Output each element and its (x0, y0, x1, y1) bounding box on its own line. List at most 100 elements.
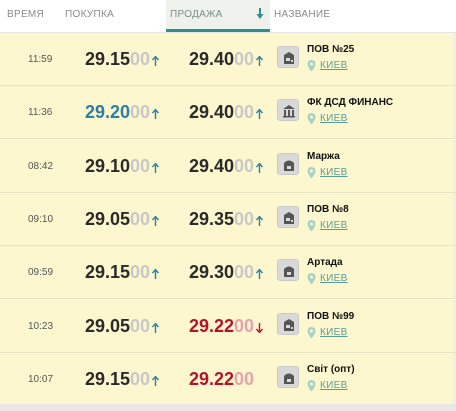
buy-price-main: 29.15 (85, 49, 131, 69)
exchanger-name[interactable]: Світ (опт) (307, 364, 355, 375)
sell-price-decimals: 00 (234, 156, 255, 176)
table-row[interactable]: 10:07 29.1500 29.2200 Світ (опт) КИЕВ (0, 353, 456, 406)
header-sell-label: ПРОДАЖА (170, 9, 223, 20)
exchange-icon (277, 366, 299, 388)
bank-icon-glyph (284, 319, 294, 331)
buy-price: 29.1500 (85, 33, 150, 86)
table-header: ВРЕМЯ ПОКУПКА ПРОДАЖА НАЗВАНИЕ (0, 0, 456, 32)
row-time: 09:10 (28, 214, 54, 225)
table-row[interactable]: 11:59 29.1500 29.4000 ПОВ №25 КИЕВ (0, 33, 456, 86)
city-name: КИЕВ (320, 113, 348, 124)
arrow-up-icon (256, 216, 263, 226)
map-pin-icon (307, 167, 316, 179)
city-name: КИЕВ (320, 327, 348, 338)
city-name: КИЕВ (320, 167, 348, 178)
buy-price: 29.0500 (85, 193, 150, 246)
sell-price: 29.3000 (189, 246, 254, 299)
sell-price: 29.2200 (189, 300, 254, 353)
sell-price: 29.4000 (189, 33, 254, 86)
buy-price: 29.2000 (85, 86, 150, 139)
header-buy[interactable]: ПОКУПКА (65, 0, 160, 32)
arrow-up-icon (152, 269, 159, 279)
bank-icon (277, 46, 299, 68)
buy-price-main: 29.05 (85, 316, 131, 336)
exchange-icon (277, 259, 299, 281)
buy-price-main: 29.15 (85, 369, 131, 389)
exchanger-name[interactable]: Артада (307, 257, 343, 268)
city-name: КИЕВ (320, 380, 348, 391)
sell-price: 29.2200 (189, 353, 254, 406)
exchanger-name[interactable]: ФК ДСД ФИНАНС (307, 97, 393, 108)
institution-icon (277, 99, 299, 121)
exchanger-name[interactable]: Маржа (307, 151, 340, 162)
buy-price-decimals: 00 (130, 262, 151, 282)
row-time: 08:42 (28, 161, 54, 172)
exchange-icon-glyph (284, 160, 294, 171)
bank-icon (277, 313, 299, 335)
buy-price: 29.0500 (85, 300, 150, 353)
arrow-up-icon (256, 269, 263, 279)
bank-icon-glyph (284, 212, 294, 224)
map-pin-icon (307, 60, 316, 72)
table-row[interactable]: 08:42 29.1000 29.4000 Маржа КИЕВ (0, 140, 456, 193)
city-name: КИЕВ (320, 60, 348, 71)
bank-icon-glyph (284, 52, 294, 64)
sell-price: 29.4000 (189, 140, 254, 193)
map-pin-icon (307, 220, 316, 232)
buy-price: 29.1000 (85, 140, 150, 193)
exchanger-name[interactable]: ПОВ №8 (307, 204, 349, 215)
buy-price-decimals: 00 (130, 49, 151, 69)
arrow-up-icon (256, 56, 263, 66)
sell-price-main: 29.40 (189, 102, 235, 122)
header-sell[interactable]: ПРОДАЖА (166, 0, 270, 32)
header-time[interactable]: ВРЕМЯ (7, 0, 57, 32)
sell-price-decimals: 00 (234, 369, 255, 389)
arrow-up-icon (152, 216, 159, 226)
arrow-up-icon (152, 109, 159, 119)
buy-price: 29.1500 (85, 246, 150, 299)
sell-price-decimals: 00 (234, 262, 255, 282)
exchange-icon-glyph (284, 373, 294, 384)
institution-icon-glyph (283, 105, 295, 118)
city-name: КИЕВ (320, 273, 348, 284)
city-name: КИЕВ (320, 220, 348, 231)
buy-price-decimals: 00 (130, 102, 151, 122)
sell-price-main: 29.22 (189, 369, 235, 389)
sort-down-icon (256, 8, 264, 19)
buy-price: 29.1500 (85, 353, 150, 406)
buy-price-decimals: 00 (130, 156, 151, 176)
table-row[interactable]: 09:10 29.0500 29.3500 ПОВ №8 КИЕВ (0, 193, 456, 246)
buy-price-main: 29.05 (85, 209, 131, 229)
row-time: 09:59 (28, 267, 54, 278)
sell-price-main: 29.22 (189, 316, 235, 336)
sell-price-main: 29.40 (189, 156, 235, 176)
map-pin-icon (307, 113, 316, 125)
sell-price-decimals: 00 (234, 209, 255, 229)
arrow-up-icon (152, 323, 159, 333)
exchanger-name[interactable]: ПОВ №99 (307, 311, 354, 322)
table-row[interactable]: 10:23 29.0500 29.2200 ПОВ №99 КИЕВ (0, 300, 456, 353)
table-row[interactable]: 11:36 29.2000 29.4000 ФК ДСД ФИНАНС КИЕВ (0, 86, 456, 139)
buy-price-decimals: 00 (130, 209, 151, 229)
sell-price-decimals: 00 (234, 316, 255, 336)
arrow-up-icon (256, 109, 263, 119)
row-time: 11:59 (28, 54, 53, 65)
arrow-up-icon (152, 163, 159, 173)
buy-price-main: 29.15 (85, 262, 131, 282)
arrow-up-icon (152, 376, 159, 386)
map-pin-icon (307, 273, 316, 285)
map-pin-icon (307, 327, 316, 339)
sell-price-main: 29.35 (189, 209, 235, 229)
bank-icon (277, 206, 299, 228)
buy-price-decimals: 00 (130, 369, 151, 389)
sell-price: 29.3500 (189, 193, 254, 246)
exchange-icon-glyph (284, 266, 294, 277)
sell-price: 29.4000 (189, 86, 254, 139)
horizontal-scrollbar[interactable] (0, 404, 456, 411)
buy-price-main: 29.20 (85, 102, 131, 122)
row-time: 11:36 (28, 107, 53, 118)
table-row[interactable]: 09:59 29.1500 29.3000 Артада КИЕВ (0, 246, 456, 299)
header-name[interactable]: НАЗВАНИЕ (274, 0, 394, 32)
exchanger-name[interactable]: ПОВ №25 (307, 44, 354, 55)
arrow-up-icon (256, 163, 263, 173)
